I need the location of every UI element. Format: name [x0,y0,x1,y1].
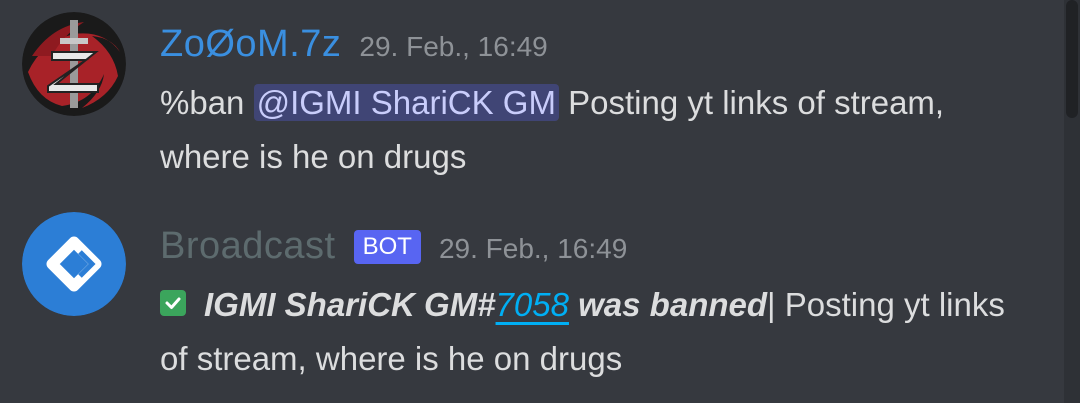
timestamp: 29. Feb., 16:49 [438,233,628,264]
message-broadcast: Broadcast BOT 29. Feb., 16:49 IGMI Shari… [0,200,1060,403]
bot-badge: BOT [353,230,421,264]
banned-user-name: IGMI ShariCK GM# [204,286,496,323]
message-content: %ban @IGMI ShariCK GM Posting yt links o… [160,76,1020,184]
check-mark-icon [160,290,186,317]
username[interactable]: ZoØoM.7z [160,22,341,66]
message-zoom: ZoØoM.7z 29. Feb., 16:49 %ban @IGMI Shar… [0,0,1060,200]
text-prefix: %ban [160,84,254,121]
scrollbar-track[interactable] [1064,0,1080,403]
chat-window: ZoØoM.7z 29. Feb., 16:49 %ban @IGMI Shar… [0,0,1080,403]
user-mention[interactable]: @IGMI ShariCK GM [253,84,559,121]
timestamp: 29. Feb., 16:49 [359,31,548,62]
message-content: IGMI ShariCK GM#7058 was banned| Posting… [160,278,1020,386]
user-discriminator-link[interactable]: 7058 [496,286,569,323]
ban-status: was banned [568,286,768,323]
avatar-broadcast[interactable] [22,212,126,316]
username[interactable]: Broadcast [160,224,336,268]
message-header: ZoØoM.7z 29. Feb., 16:49 [160,22,548,66]
avatar-zoom[interactable] [22,12,126,116]
message-header: Broadcast BOT 29. Feb., 16:49 [160,224,627,268]
scrollbar-thumb[interactable] [1066,0,1078,118]
zelda-avatar-icon [22,12,126,116]
broadcast-logo-icon [22,212,126,316]
